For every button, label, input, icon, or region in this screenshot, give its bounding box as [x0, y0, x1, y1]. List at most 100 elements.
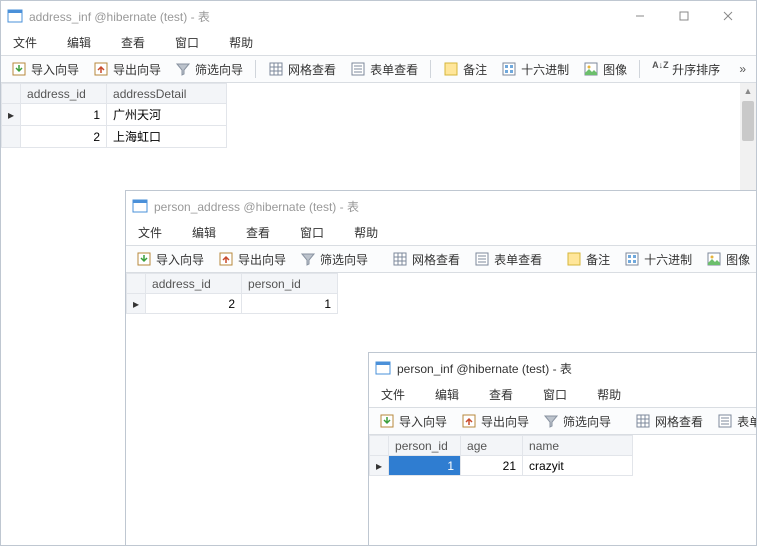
cell-name[interactable]: crazyit — [523, 456, 633, 476]
app-icon — [132, 198, 148, 214]
menu-edit[interactable]: 编辑 — [63, 32, 95, 53]
menu-file[interactable]: 文件 — [134, 222, 166, 243]
row-pointer: ▸ — [2, 104, 21, 126]
image-icon — [706, 251, 722, 267]
col-age[interactable]: age — [461, 436, 523, 456]
titlebar: person_address @hibernate (test) - 表 — [126, 191, 756, 221]
toolbar-overflow[interactable]: » — [733, 62, 752, 76]
cell-person-id[interactable]: 1 — [389, 456, 461, 476]
data-grid[interactable]: address_id addressDetail ▸ 1 广州天河 2 上海虹口 — [1, 83, 227, 148]
app-icon — [375, 360, 391, 376]
hex-button[interactable]: 十六进制 — [495, 59, 575, 80]
col-address-id[interactable]: address_id — [146, 274, 242, 294]
cell-address-id[interactable]: 1 — [21, 104, 107, 126]
row-header-corner — [127, 274, 146, 294]
grid-area: person_id age name ▸ 1 21 crazyit — [369, 435, 756, 545]
row-pointer — [2, 126, 21, 148]
import-wizard-button[interactable]: 导入向导 — [373, 411, 453, 432]
note-button[interactable]: 备注 — [437, 59, 493, 80]
table-row: ▸ 2 1 — [127, 294, 338, 314]
menu-view[interactable]: 查看 — [485, 384, 517, 405]
menu-file[interactable]: 文件 — [377, 384, 409, 405]
maximize-button[interactable] — [662, 2, 706, 30]
form-view-button[interactable]: 表单查看 — [344, 59, 424, 80]
scroll-up-icon[interactable]: ▲ — [740, 83, 756, 99]
export-wizard-button[interactable]: 导出向导 — [455, 411, 535, 432]
grid-view-button[interactable]: 网格查看 — [386, 249, 466, 270]
menubar: 文件 编辑 查看 窗口 帮助 — [1, 31, 756, 55]
close-button[interactable] — [706, 2, 750, 30]
menu-window[interactable]: 窗口 — [296, 222, 328, 243]
titlebar: person_inf @hibernate (test) - 表 — [369, 353, 756, 383]
image-icon — [583, 61, 599, 77]
menu-edit[interactable]: 编辑 — [188, 222, 220, 243]
window-title: address_inf @hibernate (test) - 表 — [29, 8, 210, 25]
form-view-button[interactable]: 表单查看 — [711, 411, 756, 432]
note-icon — [443, 61, 459, 77]
window-person-inf: person_inf @hibernate (test) - 表 文件 编辑 查… — [368, 352, 757, 546]
filter-wizard-button[interactable]: 筛选向导 — [169, 59, 249, 80]
menu-window[interactable]: 窗口 — [171, 32, 203, 53]
menu-view[interactable]: 查看 — [242, 222, 274, 243]
table-row: ▸ 1 21 crazyit — [370, 456, 633, 476]
cell-person-id[interactable]: 1 — [242, 294, 338, 314]
image-button[interactable]: 图像 — [577, 59, 633, 80]
col-address-detail[interactable]: addressDetail — [107, 84, 227, 104]
menu-window[interactable]: 窗口 — [539, 384, 571, 405]
grid-icon — [392, 251, 408, 267]
note-icon — [566, 251, 582, 267]
form-icon — [350, 61, 366, 77]
data-grid[interactable]: person_id age name ▸ 1 21 crazyit — [369, 435, 633, 476]
funnel-icon — [300, 251, 316, 267]
row-pointer: ▸ — [370, 456, 389, 476]
menubar: 文件 编辑 查看 窗口 帮助 — [369, 383, 756, 407]
cell-address-id[interactable]: 2 — [21, 126, 107, 148]
col-name[interactable]: name — [523, 436, 633, 456]
form-view-button[interactable]: 表单查看 — [468, 249, 548, 270]
menu-file[interactable]: 文件 — [9, 32, 41, 53]
import-wizard-button[interactable]: 导入向导 — [130, 249, 210, 270]
import-wizard-button[interactable]: 导入向导 — [5, 59, 85, 80]
menu-view[interactable]: 查看 — [117, 32, 149, 53]
form-icon — [474, 251, 490, 267]
menubar: 文件 编辑 查看 窗口 帮助 — [126, 221, 756, 245]
menu-help[interactable]: 帮助 — [225, 32, 257, 53]
filter-wizard-button[interactable]: 筛选向导 — [537, 411, 617, 432]
cell-age[interactable]: 21 — [461, 456, 523, 476]
data-grid[interactable]: address_id person_id ▸ 2 1 — [126, 273, 338, 314]
col-person-id[interactable]: person_id — [389, 436, 461, 456]
cell-address-id[interactable]: 2 — [146, 294, 242, 314]
minimize-button[interactable] — [618, 2, 662, 30]
sort-icon: A↓Z — [652, 61, 668, 77]
export-wizard-button[interactable]: 导出向导 — [212, 249, 292, 270]
col-person-id[interactable]: person_id — [242, 274, 338, 294]
cell-address-detail[interactable]: 上海虹口 — [107, 126, 227, 148]
toolbar: 导入向导 导出向导 筛选向导 网格查看 表单查看 备注 十六进制 图像 » — [126, 245, 756, 273]
col-address-id[interactable]: address_id — [21, 84, 107, 104]
filter-wizard-button[interactable]: 筛选向导 — [294, 249, 374, 270]
row-header-corner — [2, 84, 21, 104]
row-header-corner — [370, 436, 389, 456]
hex-icon — [501, 61, 517, 77]
table-row: 2 上海虹口 — [2, 126, 227, 148]
note-button[interactable]: 备注 — [560, 249, 616, 270]
menu-help[interactable]: 帮助 — [593, 384, 625, 405]
table-row: ▸ 1 广州天河 — [2, 104, 227, 126]
funnel-icon — [175, 61, 191, 77]
window-title: person_inf @hibernate (test) - 表 — [397, 360, 572, 377]
toolbar: 导入向导 导出向导 筛选向导 网格查看 表单查看 — [369, 407, 756, 435]
export-wizard-button[interactable]: 导出向导 — [87, 59, 167, 80]
form-icon — [717, 413, 733, 429]
grid-view-button[interactable]: 网格查看 — [262, 59, 342, 80]
funnel-icon — [543, 413, 559, 429]
hex-button[interactable]: 十六进制 — [618, 249, 698, 270]
window-title: person_address @hibernate (test) - 表 — [154, 198, 359, 215]
cell-address-detail[interactable]: 广州天河 — [107, 104, 227, 126]
menu-edit[interactable]: 编辑 — [431, 384, 463, 405]
menu-help[interactable]: 帮助 — [350, 222, 382, 243]
scroll-thumb[interactable] — [742, 101, 754, 141]
image-button[interactable]: 图像 — [700, 249, 756, 270]
grid-icon — [635, 413, 651, 429]
sort-button[interactable]: A↓Z升序排序 — [646, 59, 726, 80]
grid-view-button[interactable]: 网格查看 — [629, 411, 709, 432]
